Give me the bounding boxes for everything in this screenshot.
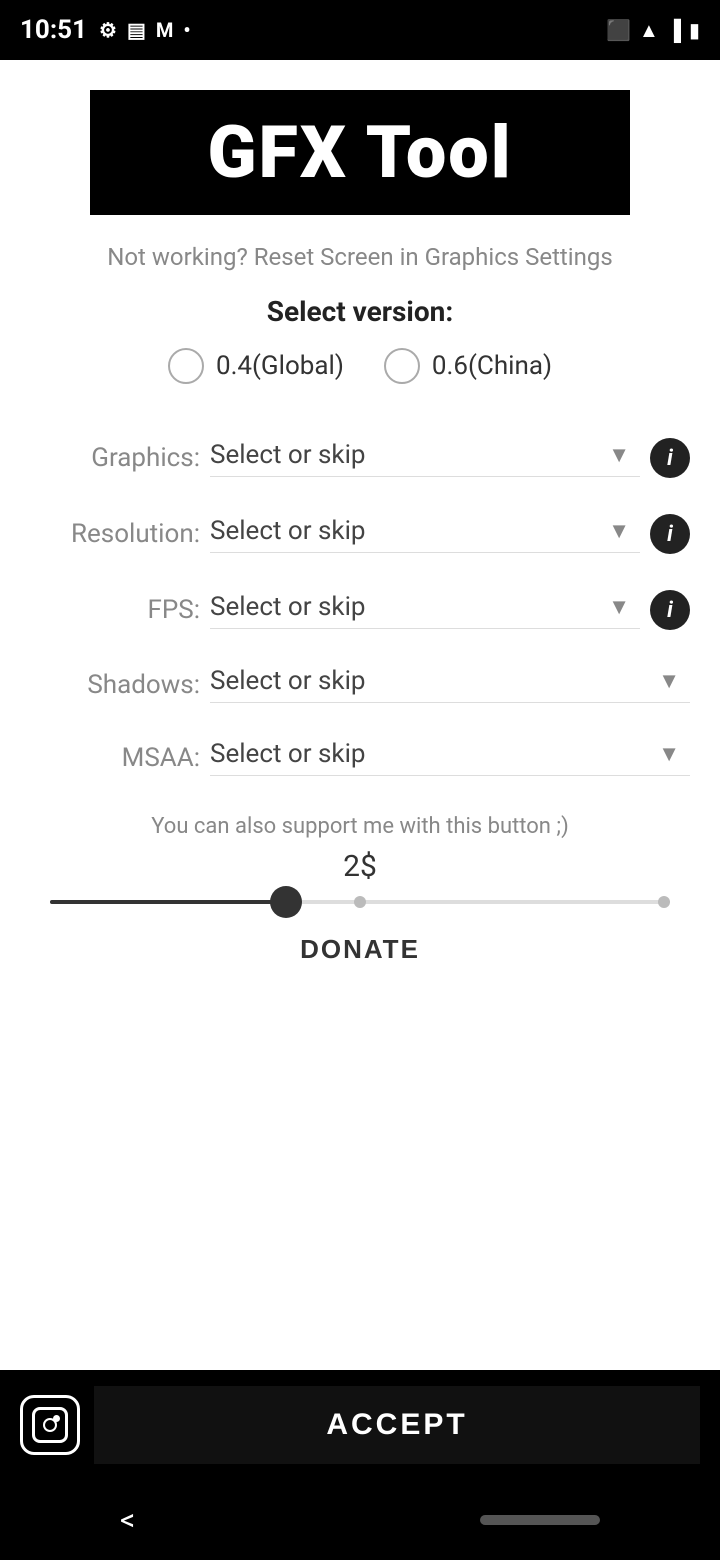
- wifi-icon: ▲: [639, 18, 659, 43]
- resolution-row: Resolution: Select or skip ▼ i: [30, 496, 690, 572]
- slider-filled: [50, 900, 286, 904]
- nav-bar: <: [0, 1480, 720, 1560]
- message-icon: ▤: [127, 18, 146, 42]
- subtitle-text: Not working? Reset Screen in Graphics Se…: [107, 243, 613, 271]
- fps-label: FPS:: [30, 595, 200, 625]
- bottom-bar: ACCEPT: [0, 1370, 720, 1480]
- fps-row: FPS: Select or skip ▼ i: [30, 572, 690, 648]
- radio-global-circle: [168, 348, 204, 384]
- fps-chevron-icon: ▼: [608, 594, 630, 620]
- status-bar: 10:51 ⚙ ▤ M • ⬛ ▲ ▐ ▮: [0, 0, 720, 60]
- settings-container: Graphics: Select or skip ▼ i Resolution:…: [30, 420, 690, 794]
- fps-value: Select or skip: [210, 592, 608, 622]
- shadows-chevron-icon: ▼: [658, 668, 680, 694]
- radio-china[interactable]: 0.6(China): [384, 348, 552, 384]
- slider-track: [50, 900, 670, 904]
- donate-section: You can also support me with this button…: [30, 814, 690, 995]
- donate-subtitle: You can also support me with this button…: [30, 814, 690, 839]
- slider-tick-mid: [354, 896, 366, 908]
- graphics-value: Select or skip: [210, 440, 608, 470]
- slider-thumb: [270, 886, 302, 918]
- donate-amount: 2$: [30, 849, 690, 884]
- back-button[interactable]: <: [120, 1503, 135, 1538]
- fps-dropdown[interactable]: Select or skip ▼: [210, 592, 640, 629]
- shadows-value: Select or skip: [210, 666, 658, 696]
- resolution-label: Resolution:: [30, 519, 200, 549]
- donate-button-container: DONATE: [30, 924, 690, 975]
- instagram-dot: [53, 1415, 60, 1422]
- nav-home-indicator[interactable]: [480, 1515, 600, 1525]
- accept-button[interactable]: ACCEPT: [94, 1386, 700, 1464]
- version-label: Select version:: [267, 295, 453, 328]
- logo-banner: GFX Tool: [90, 90, 630, 215]
- graphics-label: Graphics:: [30, 443, 200, 473]
- donate-button[interactable]: DONATE: [280, 924, 440, 975]
- slider-container: [30, 900, 690, 904]
- resolution-value: Select or skip: [210, 516, 608, 546]
- instagram-icon[interactable]: [20, 1395, 80, 1455]
- gmail-icon: M: [156, 18, 174, 42]
- msaa-label: MSAA:: [30, 743, 200, 773]
- radio-global-label: 0.4(Global): [216, 351, 344, 381]
- radio-china-circle: [384, 348, 420, 384]
- msaa-dropdown[interactable]: Select or skip ▼: [210, 739, 690, 776]
- main-content: GFX Tool Not working? Reset Screen in Gr…: [0, 60, 720, 1370]
- graphics-info-icon[interactable]: i: [650, 438, 690, 478]
- status-time: 10:51: [20, 15, 87, 45]
- shadows-dropdown[interactable]: Select or skip ▼: [210, 666, 690, 703]
- app-title: GFX Tool: [130, 110, 590, 195]
- shadows-row: Shadows: Select or skip ▼: [30, 648, 690, 721]
- gear-icon: ⚙: [99, 18, 117, 42]
- resolution-info-icon[interactable]: i: [650, 514, 690, 554]
- fps-info-icon[interactable]: i: [650, 590, 690, 630]
- cast-icon: ⬛: [606, 18, 631, 42]
- radio-china-label: 0.6(China): [432, 351, 552, 381]
- resolution-dropdown[interactable]: Select or skip ▼: [210, 516, 640, 553]
- shadows-label: Shadows:: [30, 670, 200, 700]
- battery-icon: ▮: [689, 18, 700, 42]
- msaa-chevron-icon: ▼: [658, 741, 680, 767]
- signal-icon: ▐: [667, 18, 681, 43]
- dot-icon: •: [183, 18, 190, 42]
- slider-tick-end: [658, 896, 670, 908]
- radio-global[interactable]: 0.4(Global): [168, 348, 344, 384]
- instagram-inner: [32, 1407, 68, 1443]
- msaa-value: Select or skip: [210, 739, 658, 769]
- graphics-chevron-icon: ▼: [608, 442, 630, 468]
- graphics-row: Graphics: Select or skip ▼ i: [30, 420, 690, 496]
- resolution-chevron-icon: ▼: [608, 518, 630, 544]
- graphics-dropdown[interactable]: Select or skip ▼: [210, 440, 640, 477]
- version-options: 0.4(Global) 0.6(China): [168, 348, 552, 384]
- msaa-row: MSAA: Select or skip ▼: [30, 721, 690, 794]
